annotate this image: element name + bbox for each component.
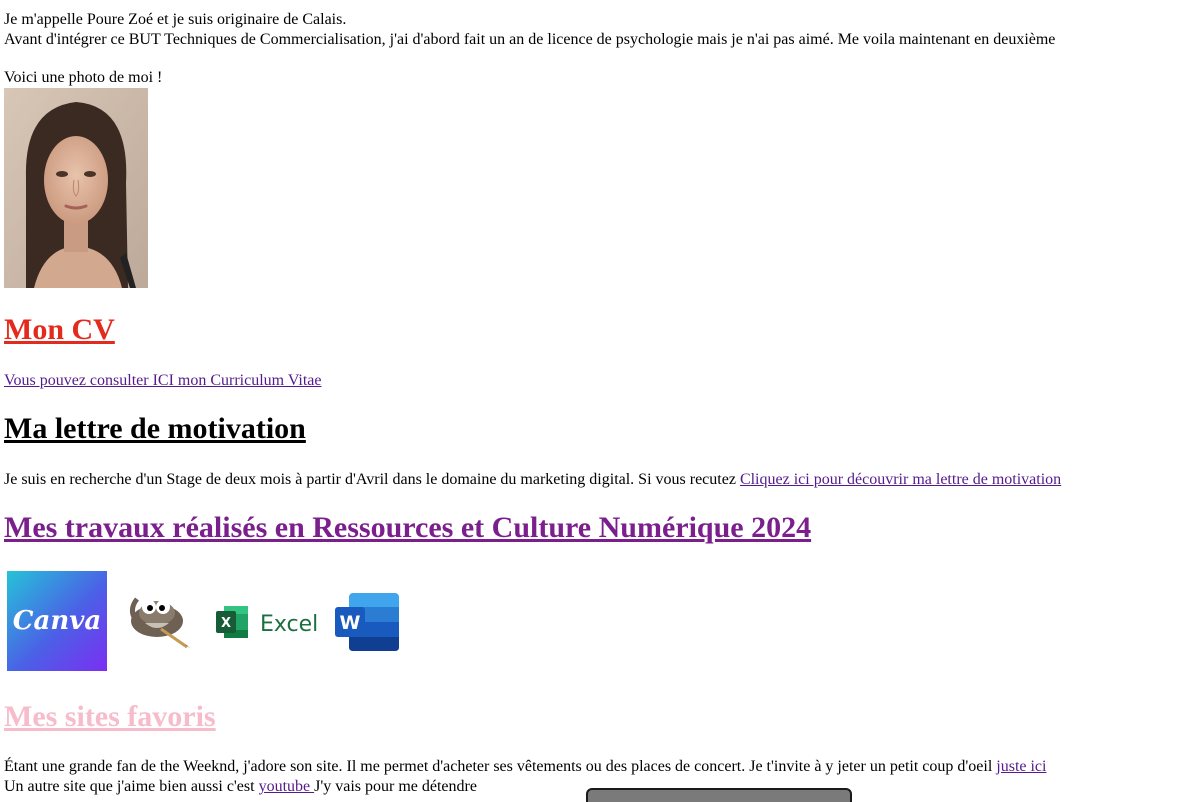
cv-heading-link[interactable]: Mon CV — [4, 313, 115, 346]
sites-paragraph-1: Étant une grande fan de the Weeknd, j'ad… — [4, 757, 1046, 777]
photo-caption: Voici une photo de moi ! — [4, 69, 163, 86]
svg-text:X: X — [221, 616, 231, 631]
profile-photo — [4, 88, 148, 288]
lettre-paragraph: Je suis en recherche d'un Stage de deux … — [4, 470, 1061, 490]
lettre-heading: Ma lettre de motivation — [4, 411, 306, 447]
partial-button[interactable] — [586, 788, 852, 802]
travaux-heading-link[interactable]: Mes travaux réalisés en Ressources et Cu… — [4, 511, 811, 544]
sites-paragraph-2: Un autre site que j'aime bien aussi c'es… — [4, 777, 477, 797]
cv-heading: Mon CV — [4, 312, 115, 348]
travaux-heading: Mes travaux réalisés en Ressources et Cu… — [4, 510, 811, 546]
gimp-logo-image — [129, 597, 191, 649]
profile-photo-image — [4, 88, 148, 288]
excel-logo-image: X Excel — [216, 606, 318, 638]
sites-heading: Mes sites favoris — [4, 699, 216, 735]
canva-logo-text: Canva — [13, 606, 101, 636]
sites-text-2-after: J'y vais pour me détendre — [314, 778, 477, 795]
word-logo-image: W — [335, 593, 399, 651]
lettre-heading-text: Ma lettre de motivation — [4, 412, 306, 445]
intro-line-1: Je m'appelle Poure Zoé et je suis origin… — [4, 11, 347, 28]
word-logo[interactable]: W — [335, 593, 399, 656]
sites-heading-link[interactable]: Mes sites favoris — [4, 700, 216, 733]
excel-logo[interactable]: X Excel — [214, 602, 318, 647]
canva-logo-image: Canva — [7, 571, 107, 671]
lettre-link[interactable]: Cliquez ici pour découvrir ma lettre de … — [740, 471, 1061, 488]
weeknd-site-link[interactable]: juste ici — [996, 758, 1046, 775]
gimp-logo[interactable] — [127, 589, 193, 654]
cv-link[interactable]: Vous pouvez consulter ICI mon Curriculum… — [4, 372, 322, 389]
sites-text-2-before: Un autre site que j'aime bien aussi c'es… — [4, 778, 259, 795]
intro-text: Je m'appelle Poure Zoé et je suis origin… — [4, 10, 1192, 50]
intro-line-2: Avant d'intégrer ce BUT Techniques de Co… — [4, 31, 1056, 48]
sites-text-1: Étant une grande fan de the Weeknd, j'ad… — [4, 758, 997, 775]
lettre-text: Je suis en recherche d'un Stage de deux … — [4, 471, 740, 488]
cv-link-row: Vous pouvez consulter ICI mon Curriculum… — [4, 371, 322, 391]
youtube-link[interactable]: youtube — [259, 778, 315, 795]
excel-logo-text: Excel — [260, 612, 318, 637]
canva-logo[interactable]: Canva — [7, 571, 107, 676]
word-logo-text: W — [340, 612, 361, 634]
